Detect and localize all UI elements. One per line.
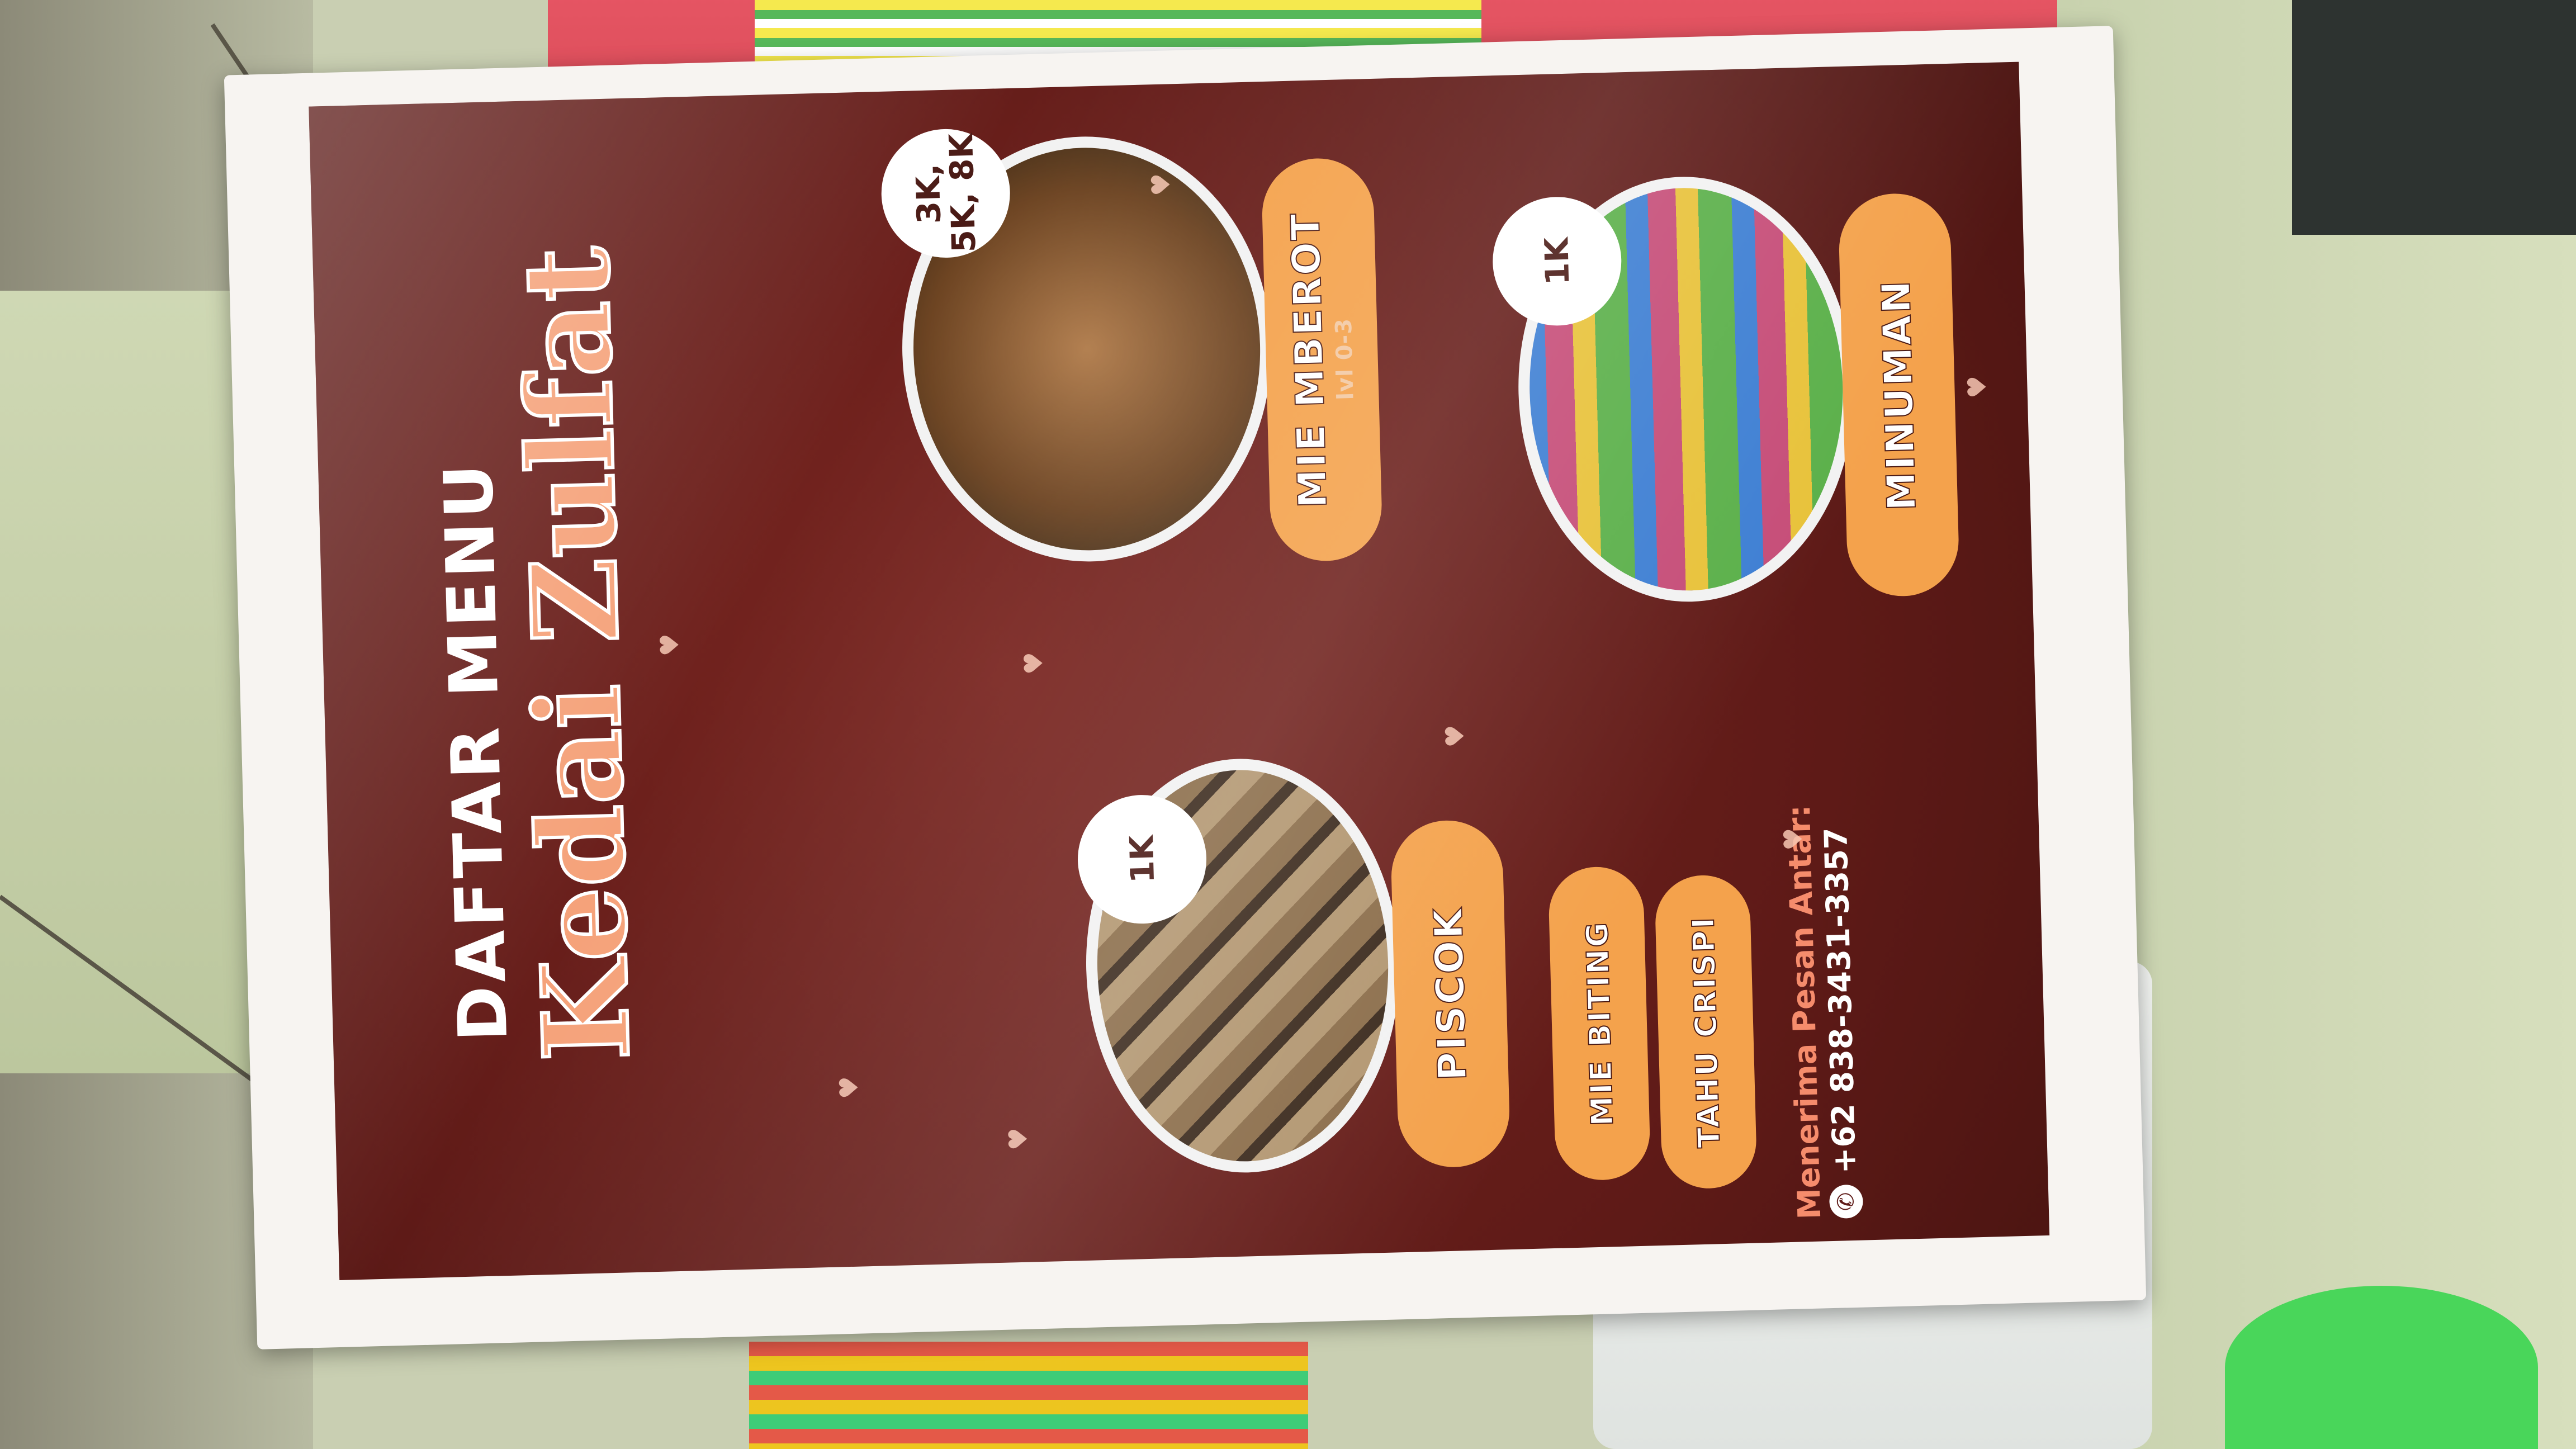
poster-background: DAFTAR MENU Kedai Zulfat 3K, 5K, 8K MIE …: [309, 61, 2050, 1280]
heart-icon: ♥: [833, 1076, 865, 1100]
piscok-label: PISCOK: [1390, 819, 1511, 1169]
tahu-crispi-label: TAHU CRISPI: [1654, 874, 1758, 1190]
photo-scene: DAFTAR MENU Kedai Zulfat 3K, 5K, 8K MIE …: [0, 0, 2576, 1449]
poster-title: Kedai Zulfat: [495, 244, 658, 1064]
heart-icon: ♥: [654, 633, 685, 657]
heart-icon: ♥: [1439, 724, 1470, 749]
mie-biting-label: MIE BITING: [1547, 865, 1651, 1181]
mie-mberot-level: lvl 0-3: [1330, 318, 1359, 401]
phone-icon: ✆: [1829, 1184, 1863, 1219]
minuman-label: MINUMAN: [1838, 192, 1961, 598]
heart-icon: ♥: [1002, 1127, 1034, 1151]
heart-icon: ♥: [1777, 827, 1808, 851]
heart-icon: ♥: [1961, 375, 1992, 399]
colored-straws: [749, 1342, 1308, 1449]
mie-mberot-name: MIE MBEROT: [1282, 211, 1337, 509]
green-container-lid: [2225, 1286, 2538, 1449]
menu-poster: DAFTAR MENU Kedai Zulfat 3K, 5K, 8K MIE …: [224, 26, 2147, 1349]
dark-window: [2292, 0, 2576, 235]
heart-icon: ♥: [1145, 172, 1176, 197]
mie-mberot-label: MIE MBEROT lvl 0-3: [1261, 157, 1384, 562]
poster-content: DAFTAR MENU Kedai Zulfat 3K, 5K, 8K MIE …: [309, 62, 2049, 1280]
heart-icon: ♥: [1018, 651, 1049, 675]
